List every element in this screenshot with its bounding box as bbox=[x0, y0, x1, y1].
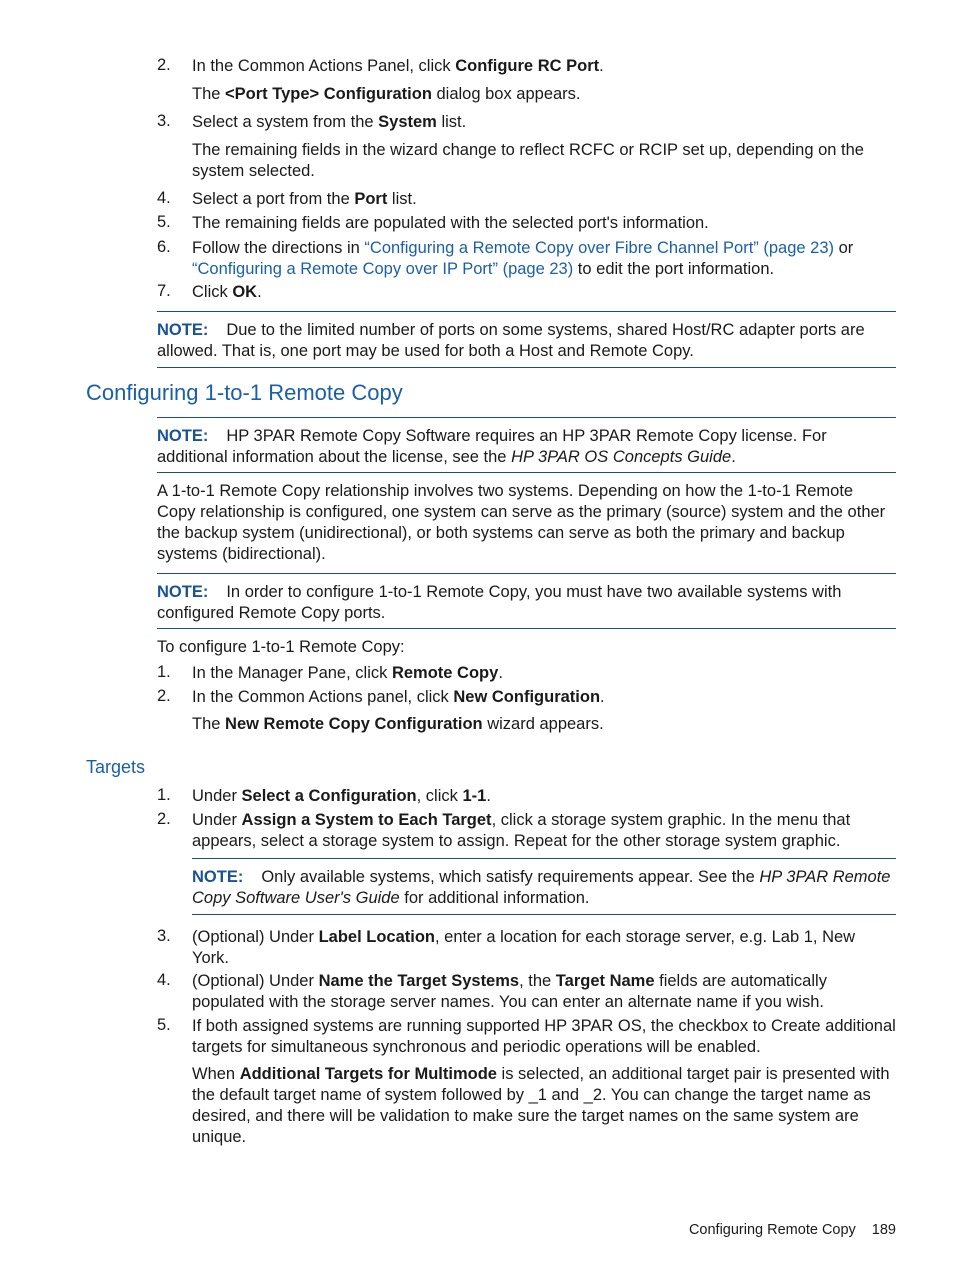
step-number: 5. bbox=[157, 213, 171, 231]
subheading-targets: Targets bbox=[86, 757, 146, 777]
step-number: 2. bbox=[157, 810, 171, 828]
step-number: 1. bbox=[157, 786, 171, 804]
page-number: 189 bbox=[871, 1222, 896, 1238]
step-text: In the Manager Pane, click Remote Copy. bbox=[192, 664, 503, 682]
step-text: In the Common Actions panel, click New C… bbox=[192, 688, 605, 706]
step-number: 4. bbox=[157, 189, 171, 207]
note-rule bbox=[157, 472, 896, 473]
link-ip-port[interactable]: “Configuring a Remote Copy over IP Port”… bbox=[192, 260, 573, 278]
step-text: The remaining fields are populated with … bbox=[192, 214, 709, 232]
step-text: Click OK. bbox=[192, 283, 262, 301]
note-rule bbox=[157, 573, 896, 574]
step-number: 4. bbox=[157, 971, 171, 989]
step-text: In the Common Actions Panel, click Confi… bbox=[192, 57, 604, 75]
step-text: Follow the directions in “Configuring a … bbox=[192, 239, 854, 278]
note-rule bbox=[157, 311, 896, 312]
step-number: 1. bbox=[157, 663, 171, 681]
step-text: Under Select a Configuration, click 1-1. bbox=[192, 787, 491, 805]
step-result: The remaining fields in the wizard chang… bbox=[192, 141, 864, 180]
step-result: The <Port Type> Configuration dialog box… bbox=[192, 85, 581, 103]
step-number: 5. bbox=[157, 1016, 171, 1034]
step-text: Select a system from the System list. bbox=[192, 113, 467, 131]
note-rule bbox=[157, 367, 896, 368]
section-heading: Configuring 1-to-1 Remote Copy bbox=[86, 380, 403, 405]
note-available-systems: NOTE: Only available systems, which satis… bbox=[192, 868, 891, 907]
step-text: Under Assign a System to Each Target, cl… bbox=[192, 811, 851, 850]
step-number: 2. bbox=[157, 56, 171, 74]
note-requirements: NOTE: In order to configure 1-to-1 Remote… bbox=[157, 583, 842, 622]
note-rule bbox=[157, 628, 896, 629]
procedure-intro: To configure 1-to-1 Remote Copy: bbox=[157, 638, 405, 656]
step-number: 7. bbox=[157, 282, 171, 300]
note-ports: NOTE: Due to the limited number of ports … bbox=[157, 321, 865, 360]
step-result: When Additional Targets for Multimode is… bbox=[192, 1065, 890, 1146]
step-number: 6. bbox=[157, 238, 171, 256]
note-rule bbox=[157, 417, 896, 418]
note-rule bbox=[192, 914, 896, 915]
intro-paragraph: A 1-to-1 Remote Copy relationship involv… bbox=[157, 482, 886, 563]
step-result: The New Remote Copy Configuration wizard… bbox=[192, 715, 604, 733]
note-license: NOTE: HP 3PAR Remote Copy Software requir… bbox=[157, 427, 827, 466]
step-number: 3. bbox=[157, 112, 171, 130]
step-text: Select a port from the Port list. bbox=[192, 190, 417, 208]
step-text: If both assigned systems are running sup… bbox=[192, 1017, 896, 1056]
link-fibre-channel-port[interactable]: “Configuring a Remote Copy over Fibre Ch… bbox=[364, 239, 834, 257]
step-text: (Optional) Under Name the Target Systems… bbox=[192, 972, 827, 1011]
page-footer: Configuring Remote Copy 189 bbox=[689, 1222, 896, 1238]
note-rule bbox=[192, 858, 896, 859]
footer-section: Configuring Remote Copy bbox=[688, 1222, 856, 1238]
step-number: 3. bbox=[157, 927, 171, 945]
step-text: (Optional) Under Label Location, enter a… bbox=[192, 928, 856, 967]
step-number: 2. bbox=[157, 687, 171, 705]
